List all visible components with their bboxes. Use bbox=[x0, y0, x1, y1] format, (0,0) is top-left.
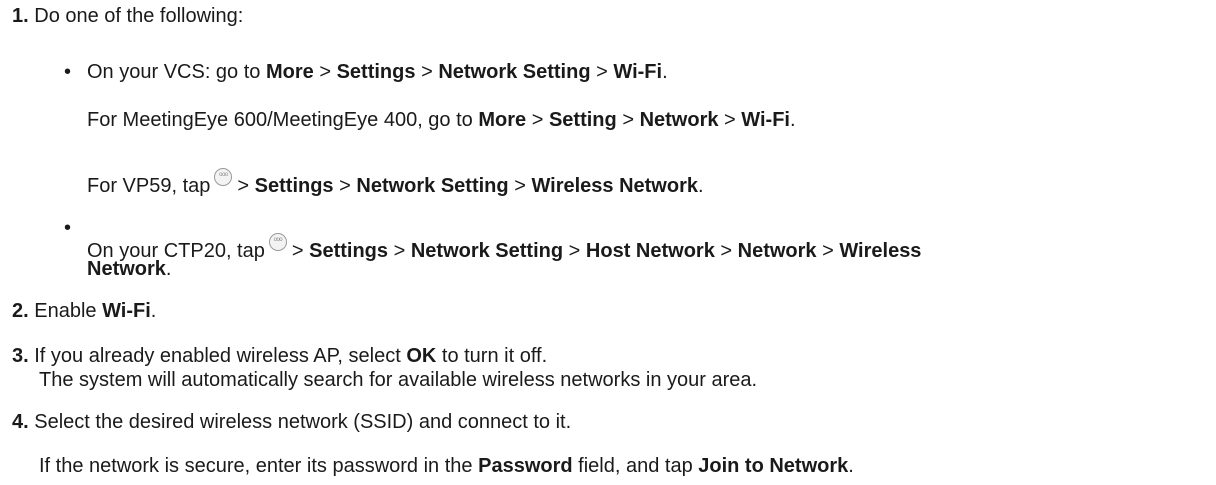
path-separator: > bbox=[724, 109, 736, 131]
menu-path-item: Settings bbox=[336, 61, 416, 83]
path-separator: > bbox=[822, 240, 834, 262]
menu-path-item: More bbox=[478, 109, 527, 131]
period: . bbox=[662, 61, 668, 83]
bullet-ctp20: On your CTP20, tap> Settings > Network S… bbox=[87, 233, 921, 263]
step-number: 4. bbox=[12, 411, 29, 433]
step-text: Select the desired wireless network (SSI… bbox=[34, 411, 572, 433]
bullet-marker: • bbox=[64, 217, 72, 239]
path-separator: > bbox=[720, 240, 733, 262]
menu-path-item: More bbox=[265, 61, 314, 83]
menu-path-item: Network bbox=[639, 109, 719, 131]
path-separator: > bbox=[421, 61, 433, 83]
step-3-note: The system will automatically search for… bbox=[39, 368, 757, 392]
bullet-ctp20-wrap: Network. bbox=[87, 257, 171, 281]
path-separator: > bbox=[291, 240, 304, 262]
path-separator: > bbox=[622, 109, 634, 131]
bullet-text: On your VCS: go to bbox=[87, 61, 261, 83]
step-1: 1. Do one of the following: bbox=[12, 4, 243, 28]
menu-path-item: Network Setting bbox=[356, 175, 509, 197]
menu-path-item: Network bbox=[737, 240, 817, 262]
period: . bbox=[698, 175, 704, 197]
step-note: field, and tap bbox=[578, 455, 693, 477]
path-separator: > bbox=[393, 240, 406, 262]
step-number: 1. bbox=[12, 5, 29, 27]
period: . bbox=[165, 258, 172, 280]
path-separator: > bbox=[319, 61, 332, 83]
step-text: Enable bbox=[34, 300, 97, 322]
alt-vp59: For VP59, tap > Settings > Network Settin… bbox=[87, 168, 704, 198]
menu-path-item: Network Setting bbox=[410, 240, 564, 262]
period: . bbox=[150, 300, 157, 322]
step-number: 3. bbox=[12, 345, 29, 367]
field-name: Password bbox=[478, 455, 573, 477]
menu-path-item: Network bbox=[87, 258, 166, 280]
menu-path-item: Network Setting bbox=[438, 61, 591, 83]
button-name: OK bbox=[406, 345, 437, 367]
menu-path-item: Settings bbox=[254, 175, 334, 197]
path-separator: > bbox=[339, 175, 351, 197]
alt-text: For VP59, tap bbox=[87, 175, 211, 197]
step-text: If you already enabled wireless AP, sele… bbox=[34, 345, 401, 367]
menu-path-item: Wi-Fi bbox=[741, 109, 790, 131]
path-separator: > bbox=[596, 61, 608, 83]
bullet-vcs: On your VCS: go to More > Settings > Net… bbox=[87, 60, 668, 84]
step-note: If the network is secure, enter its pass… bbox=[39, 455, 473, 477]
step-4-note: If the network is secure, enter its pass… bbox=[39, 454, 854, 478]
path-separator: > bbox=[531, 109, 544, 131]
path-separator: > bbox=[237, 175, 250, 197]
menu-path-item: Wireless Network bbox=[531, 175, 698, 197]
more-options-icon bbox=[268, 233, 287, 251]
step-note: The system will automatically search for… bbox=[39, 369, 758, 391]
step-2: 2. Enable Wi-Fi. bbox=[12, 299, 156, 323]
path-separator: > bbox=[514, 175, 526, 197]
menu-path-item: Host Network bbox=[585, 240, 715, 262]
menu-path-item: Wireless bbox=[839, 240, 922, 262]
menu-path-item: Setting bbox=[548, 109, 617, 131]
path-separator: > bbox=[568, 240, 581, 262]
bullet-marker: • bbox=[64, 61, 72, 83]
step-number: 2. bbox=[12, 300, 29, 322]
button-name: Join to Network bbox=[698, 455, 849, 477]
setting-name: Wi-Fi bbox=[102, 300, 151, 322]
menu-path-item: Wi-Fi bbox=[613, 61, 663, 83]
alt-text: For MeetingEye 600/MeetingEye 400, go to bbox=[87, 109, 473, 131]
step-3: 3. If you already enabled wireless AP, s… bbox=[12, 344, 547, 368]
menu-path-item: Settings bbox=[309, 240, 389, 262]
step-text: Do one of the following: bbox=[34, 5, 244, 27]
step-text: to turn it off. bbox=[441, 345, 548, 367]
period: . bbox=[789, 109, 796, 131]
period: . bbox=[848, 455, 854, 477]
instructions-document: 1. Do one of the following: • On your VC… bbox=[0, 0, 1216, 485]
alt-meetingeye: For MeetingEye 600/MeetingEye 400, go to… bbox=[87, 108, 796, 132]
step-4: 4. Select the desired wireless network (… bbox=[12, 410, 571, 434]
more-options-icon bbox=[214, 168, 233, 186]
